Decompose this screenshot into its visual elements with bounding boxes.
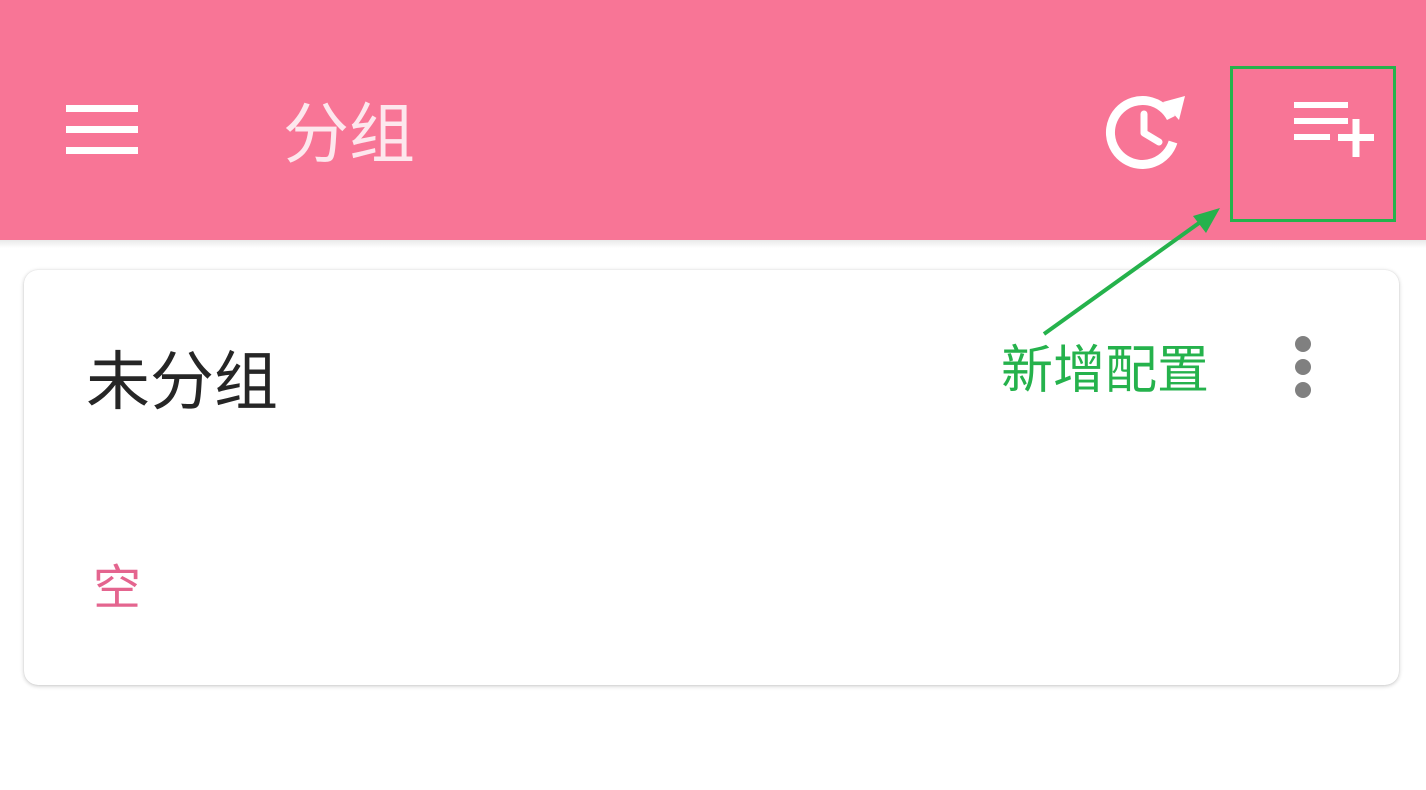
hamburger-menu-icon [66,105,138,154]
group-card-status: 空 [93,560,142,616]
group-card-menu-button[interactable] [1278,330,1328,406]
page-title: 分组 [283,96,415,173]
annotation-highlight-box [1230,66,1396,222]
group-card-title: 未分组 [86,346,278,420]
annotation-arrow [1042,208,1220,336]
history-clock-icon [1106,96,1185,169]
more-vertical-icon [1295,336,1311,398]
app-screen: 分组 未分组 空 新增配置 [0,0,1426,790]
annotation-label: 新增配置 [1001,341,1210,401]
history-button[interactable] [1100,88,1190,172]
menu-button[interactable] [54,92,154,168]
